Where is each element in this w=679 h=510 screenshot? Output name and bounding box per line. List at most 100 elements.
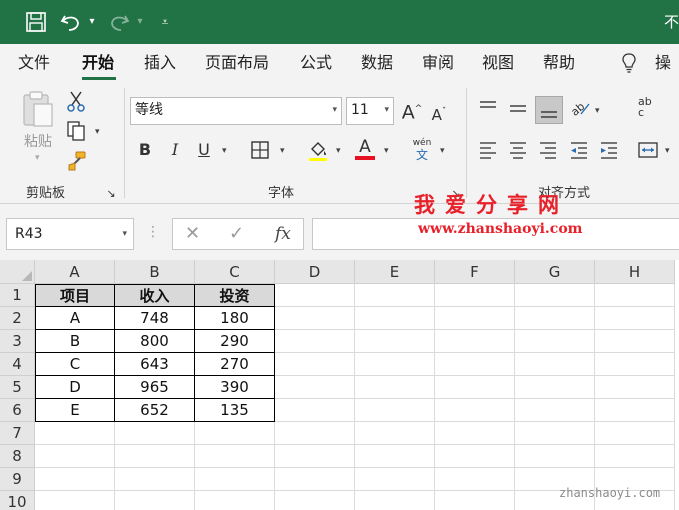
font-name-select[interactable]: 等线 ▾ <box>130 97 342 125</box>
align-right-icon[interactable] <box>538 140 560 160</box>
cell-d4[interactable] <box>275 353 355 376</box>
cell-b9[interactable] <box>115 468 195 491</box>
select-all-button[interactable] <box>0 260 35 284</box>
cell-f10[interactable] <box>435 491 515 510</box>
cell-a10[interactable] <box>35 491 115 510</box>
cell-h2[interactable] <box>595 307 675 330</box>
row-header-9[interactable]: 9 <box>0 468 35 491</box>
borders-dropdown-icon[interactable]: ▾ <box>280 146 285 156</box>
bold-icon[interactable]: B <box>135 140 155 160</box>
cell-a8[interactable] <box>35 445 115 468</box>
align-center-icon[interactable] <box>508 140 530 160</box>
italic-icon[interactable]: I <box>165 140 185 160</box>
row-header-6[interactable]: 6 <box>0 399 35 422</box>
cell-h1[interactable] <box>595 284 675 307</box>
column-header-b[interactable]: B <box>115 260 195 284</box>
column-header-e[interactable]: E <box>355 260 435 284</box>
cell-b10[interactable] <box>115 491 195 510</box>
tab-file[interactable]: 文件 <box>18 52 50 74</box>
redo-dropdown-icon[interactable]: ▾ <box>134 9 146 35</box>
cell-e1[interactable] <box>355 284 435 307</box>
bottom-align-icon[interactable] <box>535 96 563 124</box>
cell-e3[interactable] <box>355 330 435 353</box>
wrap-text-icon[interactable]: ab c <box>638 96 662 118</box>
cell-g5[interactable] <box>515 376 595 399</box>
cell-b7[interactable] <box>115 422 195 445</box>
row-header-4[interactable]: 4 <box>0 353 35 376</box>
cell-c4[interactable]: 270 <box>195 353 275 376</box>
merge-center-icon[interactable] <box>638 140 660 160</box>
font-color-icon[interactable]: A <box>354 138 376 160</box>
redo-icon[interactable] <box>106 9 132 35</box>
cell-g6[interactable] <box>515 399 595 422</box>
phonetic-dropdown-icon[interactable]: ▾ <box>440 146 445 156</box>
tab-formulas[interactable]: 公式 <box>300 52 332 74</box>
tab-page-layout[interactable]: 页面布局 <box>205 52 269 74</box>
cell-e5[interactable] <box>355 376 435 399</box>
cell-d1[interactable] <box>275 284 355 307</box>
underline-icon[interactable]: U <box>194 140 214 160</box>
name-box[interactable]: R43 ▾ <box>6 218 134 250</box>
cell-h6[interactable] <box>595 399 675 422</box>
cell-b4[interactable]: 643 <box>115 353 195 376</box>
cell-e8[interactable] <box>355 445 435 468</box>
underline-dropdown-icon[interactable]: ▾ <box>222 146 227 156</box>
row-header-7[interactable]: 7 <box>0 422 35 445</box>
merge-dropdown-icon[interactable]: ▾ <box>665 146 670 156</box>
column-header-h[interactable]: H <box>595 260 675 284</box>
undo-dropdown-icon[interactable]: ▾ <box>86 9 98 35</box>
fill-color-dropdown-icon[interactable]: ▾ <box>336 146 341 156</box>
cell-d8[interactable] <box>275 445 355 468</box>
cell-f1[interactable] <box>435 284 515 307</box>
copy-icon[interactable] <box>66 120 88 142</box>
undo-icon[interactable] <box>58 9 84 35</box>
cell-h8[interactable] <box>595 445 675 468</box>
font-color-dropdown-icon[interactable]: ▾ <box>384 146 389 156</box>
enter-icon[interactable]: ✓ <box>229 223 244 245</box>
cell-d5[interactable] <box>275 376 355 399</box>
cell-h5[interactable] <box>595 376 675 399</box>
increase-indent-icon[interactable] <box>599 140 621 160</box>
borders-icon[interactable] <box>250 140 272 160</box>
cell-h3[interactable] <box>595 330 675 353</box>
font-size-select[interactable]: 11 ▾ <box>346 97 394 125</box>
cell-e10[interactable] <box>355 491 435 510</box>
cell-d6[interactable] <box>275 399 355 422</box>
tab-help[interactable]: 帮助 <box>543 52 575 74</box>
save-icon[interactable] <box>24 9 48 35</box>
cell-b5[interactable]: 965 <box>115 376 195 399</box>
cell-a6[interactable]: E <box>35 399 115 422</box>
cell-f3[interactable] <box>435 330 515 353</box>
cell-b1[interactable]: 收入 <box>115 284 195 307</box>
tab-home[interactable]: 开始 <box>82 52 114 74</box>
row-header-3[interactable]: 3 <box>0 330 35 353</box>
cell-d7[interactable] <box>275 422 355 445</box>
cell-h7[interactable] <box>595 422 675 445</box>
cell-c2[interactable]: 180 <box>195 307 275 330</box>
cell-e9[interactable] <box>355 468 435 491</box>
middle-align-icon[interactable] <box>508 98 530 118</box>
row-header-1[interactable]: 1 <box>0 284 35 307</box>
cell-b6[interactable]: 652 <box>115 399 195 422</box>
cell-d9[interactable] <box>275 468 355 491</box>
paste-dropdown-icon[interactable]: ▾ <box>35 153 40 163</box>
cell-g1[interactable] <box>515 284 595 307</box>
cell-g7[interactable] <box>515 422 595 445</box>
cell-f2[interactable] <box>435 307 515 330</box>
cell-c6[interactable]: 135 <box>195 399 275 422</box>
cell-b3[interactable]: 800 <box>115 330 195 353</box>
column-header-f[interactable]: F <box>435 260 515 284</box>
insert-function-icon[interactable]: fx <box>275 223 291 245</box>
decrease-indent-icon[interactable] <box>569 140 591 160</box>
cut-icon[interactable] <box>66 90 88 112</box>
lightbulb-icon[interactable] <box>621 53 639 73</box>
cell-c3[interactable]: 290 <box>195 330 275 353</box>
orientation-dropdown-icon[interactable]: ▾ <box>595 106 600 116</box>
row-header-5[interactable]: 5 <box>0 376 35 399</box>
top-align-icon[interactable] <box>478 98 500 118</box>
cell-a4[interactable]: C <box>35 353 115 376</box>
cell-d10[interactable] <box>275 491 355 510</box>
cell-h4[interactable] <box>595 353 675 376</box>
cell-e6[interactable] <box>355 399 435 422</box>
cell-f4[interactable] <box>435 353 515 376</box>
